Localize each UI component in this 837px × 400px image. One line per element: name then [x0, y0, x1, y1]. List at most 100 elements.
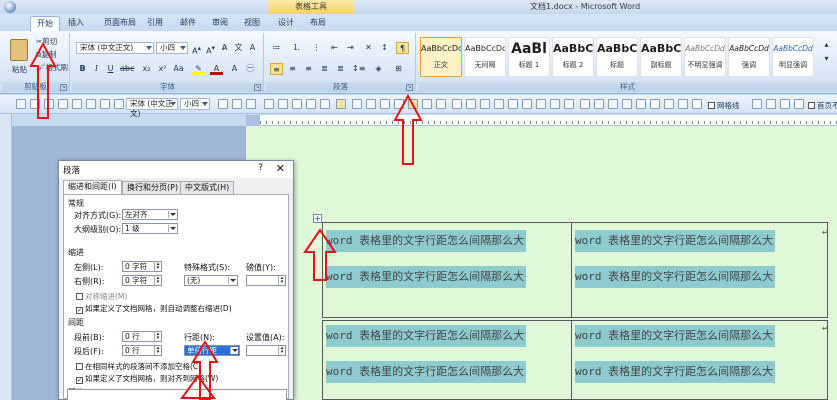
- line-spacing-icon[interactable]: ↕≡: [352, 63, 365, 75]
- no-space-same-style-checkbox[interactable]: 在相同样式的段落间不添加空格(C): [76, 361, 201, 372]
- paste-button[interactable]: 粘贴: [12, 64, 27, 75]
- table-cell[interactable]: word 表格里的文字行距怎么间隔那么大 word 表格里的文字行距怎么间隔那么…: [323, 223, 572, 317]
- char-border-icon[interactable]: A: [246, 42, 259, 54]
- toolbar-align-left-icon[interactable]: [264, 99, 274, 109]
- style-subtitle[interactable]: AaBbC 副标题: [640, 37, 682, 77]
- format-painter-small-icon[interactable]: [86, 99, 96, 109]
- justify-icon[interactable]: ≣: [318, 63, 331, 75]
- alignment-select[interactable]: 左对齐: [122, 209, 178, 220]
- clear-format-icon[interactable]: A̷: [218, 42, 231, 54]
- table-cell[interactable]: word 表格里的文字行距怎么间隔那么大 word 表格里的文字行距怎么间隔那么…: [323, 321, 572, 399]
- toolbar-distribute-rows-icon[interactable]: [550, 99, 560, 109]
- toolbar-cell-align-icon[interactable]: [366, 99, 376, 109]
- toolbar-underline-icon[interactable]: [246, 99, 256, 109]
- font-size-combo[interactable]: 小四: [156, 42, 188, 54]
- right-indent-input[interactable]: 0 字符 ▴ ▾: [122, 275, 162, 286]
- tab-line-page-breaks[interactable]: 换行和分页(P): [122, 181, 184, 194]
- paragraph-dialog[interactable]: 段落 ? ✕ 缩进和间距(I) 换行和分页(P) 中文版式(H) 常规 对齐方式…: [58, 160, 294, 400]
- borders-icon[interactable]: ⊞: [392, 63, 405, 75]
- shading-icon[interactable]: ◈: [372, 63, 385, 75]
- toolbar-shading-icon[interactable]: [594, 99, 604, 109]
- toolbar-distribute-cols-icon[interactable]: [564, 99, 574, 109]
- toolbar-insert-table-icon[interactable]: [452, 99, 462, 109]
- toolbar-align-center-icon[interactable]: [278, 99, 288, 109]
- spacing-at-input[interactable]: ▴ ▾: [246, 345, 286, 356]
- toolbar-text-direction-icon[interactable]: [352, 99, 362, 109]
- indent-by-input[interactable]: ▴ ▾: [246, 275, 286, 286]
- toolbar-formula-icon[interactable]: [636, 99, 646, 109]
- toolbar-align-right-icon[interactable]: [292, 99, 302, 109]
- show-marks-icon[interactable]: ¶: [396, 42, 409, 54]
- numbering-icon[interactable]: ⒈: [290, 42, 303, 54]
- table-row[interactable]: word 表格里的文字行距怎么间隔那么大 word 表格里的文字行距怎么间隔那么…: [322, 320, 828, 400]
- styles-scroll-down-icon[interactable]: ▾: [820, 53, 833, 65]
- style-emphasis[interactable]: AaBbCcDd 强调: [728, 37, 770, 77]
- toolbar-delete-column-icon[interactable]: [536, 99, 546, 109]
- strikethrough-icon[interactable]: abc: [120, 63, 134, 75]
- toolbar-view-gridlines-icon[interactable]: [664, 99, 674, 109]
- toolbar-autofit-icon[interactable]: [608, 99, 618, 109]
- toolbar-outdent-icon[interactable]: [436, 99, 446, 109]
- align-center-icon[interactable]: ≡: [286, 63, 299, 75]
- style-title[interactable]: AaBbC 标题: [596, 37, 638, 77]
- paragraph-launcher-icon[interactable]: ↘: [406, 84, 413, 91]
- multilevel-list-icon[interactable]: ⋮: [310, 42, 323, 54]
- italic-button[interactable]: I: [90, 63, 103, 75]
- change-case-icon[interactable]: Aa: [172, 63, 185, 75]
- style-subtle-emphasis[interactable]: AaBbCcDd 不明显强调: [684, 37, 726, 77]
- first-page-checkbox[interactable]: 首页不: [808, 100, 837, 111]
- close-icon[interactable]: ✕: [276, 162, 285, 175]
- toolbar-justify-icon[interactable]: [306, 99, 316, 109]
- tab-asian-typography[interactable]: 中文版式(H): [180, 181, 235, 194]
- superscript-icon[interactable]: x²: [156, 63, 169, 75]
- underline-button[interactable]: U: [104, 63, 117, 75]
- toolbar-borders-icon[interactable]: [580, 99, 590, 109]
- horizontal-ruler[interactable]: [246, 115, 837, 126]
- special-indent-select[interactable]: (无): [184, 275, 238, 286]
- tab-layout[interactable]: 布局: [310, 16, 326, 31]
- print-icon[interactable]: [58, 99, 68, 109]
- auto-adjust-indent-checkbox[interactable]: ✓ 如果定义了文档网格，则自动调整右缩进(D): [76, 303, 232, 314]
- char-shading-icon[interactable]: A: [228, 63, 241, 75]
- font-name-combo[interactable]: 宋体 (中文正文): [76, 42, 154, 54]
- tab-view[interactable]: 视图: [244, 16, 260, 31]
- style-heading-2[interactable]: AaBbC 标题 2: [552, 37, 594, 77]
- tab-home[interactable]: 开始: [30, 16, 60, 31]
- style-icon[interactable]: [100, 99, 110, 109]
- space-before-input[interactable]: 0 行 ▴ ▾: [122, 331, 162, 342]
- shrink-font-icon[interactable]: A▾: [204, 42, 217, 56]
- toolbar-insert-row-icon[interactable]: [494, 99, 504, 109]
- grow-font-icon[interactable]: A▴: [190, 42, 203, 56]
- toolbar-font-size-combo[interactable]: 小四: [180, 98, 210, 110]
- toolbar-draw-table-icon[interactable]: [678, 99, 688, 109]
- enclose-char-icon[interactable]: ㊀: [244, 63, 257, 75]
- font-a-icon[interactable]: [114, 99, 124, 109]
- highlight-icon[interactable]: ✎: [192, 63, 205, 75]
- toolbar-merge-cells-icon[interactable]: [466, 99, 476, 109]
- office-button-icon[interactable]: [4, 1, 16, 13]
- phonetic-guide-icon[interactable]: 文: [232, 42, 245, 54]
- clipboard-launcher-icon[interactable]: ↘: [60, 84, 67, 91]
- paste-icon[interactable]: [10, 39, 28, 61]
- toolbar-repeat-header-icon[interactable]: [752, 99, 762, 109]
- font-launcher-icon[interactable]: ↘: [254, 84, 261, 91]
- chinese-layout-icon[interactable]: ✕: [362, 42, 375, 54]
- tab-indents-spacing[interactable]: 缩进和间距(I): [63, 180, 122, 194]
- space-after-input[interactable]: 0 行 ▴ ▾: [122, 345, 162, 356]
- mirror-indents-checkbox[interactable]: 对称缩进(M): [76, 291, 127, 302]
- toolbar-bullets-icon[interactable]: [380, 99, 390, 109]
- toolbar-eraser-icon[interactable]: [692, 99, 702, 109]
- toolbar-split-cells-icon[interactable]: [480, 99, 490, 109]
- toolbar-properties-icon[interactable]: [650, 99, 660, 109]
- toolbar-sync-icon[interactable]: [794, 99, 804, 109]
- toolbar-delete-row-icon[interactable]: [522, 99, 532, 109]
- style-no-spacing[interactable]: AaBbCcDd 无间隔: [464, 37, 506, 77]
- table-cell[interactable]: word 表格里的文字行距怎么间隔那么大 word 表格里的文字行距怎么间隔那么…: [572, 223, 827, 317]
- tab-review[interactable]: 审阅: [212, 16, 228, 31]
- save-icon[interactable]: [16, 99, 26, 109]
- toolbar-bold-icon[interactable]: [218, 99, 228, 109]
- left-indent-input[interactable]: 0 字符 ▴ ▾: [122, 261, 162, 272]
- toolbar-table-icon[interactable]: [336, 99, 346, 109]
- table-move-handle-icon[interactable]: +: [313, 214, 322, 223]
- distribute-icon[interactable]: ≣: [334, 63, 347, 75]
